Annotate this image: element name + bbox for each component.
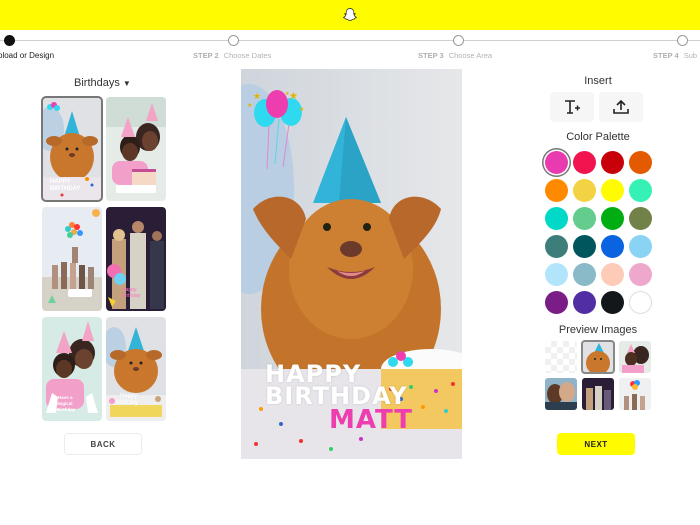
color-swatch[interactable]	[573, 151, 596, 174]
step-1-dot[interactable]	[4, 35, 15, 46]
template-thumb-dog-happy-birthday[interactable]: HAPPY BIRTHDAY	[41, 96, 103, 202]
step-1-label: pload or Design	[0, 51, 55, 60]
svg-text:Birthday: Birthday	[57, 407, 76, 412]
svg-text:★: ★	[289, 91, 298, 102]
template-thumb-friends-night[interactable]: Happy Birthday	[106, 207, 166, 311]
progress-line	[0, 40, 700, 41]
color-swatch[interactable]	[601, 207, 624, 230]
greeting-text[interactable]: HAPPY BIRTHDAY MATT	[265, 362, 414, 435]
color-swatch[interactable]	[601, 291, 624, 314]
greeting-line-name: MATT	[329, 405, 414, 435]
top-bar	[0, 0, 700, 30]
category-label: Birthdays	[74, 77, 120, 89]
template-thumb-dog-cake-banner[interactable]: Happy Birthday	[106, 317, 166, 421]
svg-text:★: ★	[247, 102, 252, 109]
color-swatch[interactable]	[545, 263, 568, 286]
color-swatch[interactable]	[629, 291, 652, 314]
color-swatch[interactable]	[545, 151, 568, 174]
color-swatch[interactable]	[629, 263, 652, 286]
color-swatch[interactable]	[629, 151, 652, 174]
caret-down-icon: ▼	[122, 79, 131, 88]
category-dropdown[interactable]: Birthdays ▼	[74, 77, 131, 89]
color-swatch[interactable]	[601, 263, 624, 286]
step-3-number: STEP 3	[418, 51, 444, 60]
preview-images-heading: Preview Images	[558, 324, 638, 336]
svg-text:Birthday: Birthday	[122, 293, 141, 299]
upload-button[interactable]	[599, 92, 643, 122]
svg-text:HAPPY: HAPPY	[50, 179, 71, 185]
color-swatch[interactable]	[545, 179, 568, 202]
color-palette-heading: Color Palette	[566, 131, 630, 143]
svg-text:Birthday: Birthday	[116, 400, 138, 406]
color-swatch[interactable]	[601, 179, 624, 202]
template-thumb-girl-cake-candles[interactable]	[106, 97, 166, 201]
svg-text:★: ★	[253, 91, 261, 101]
template-thumb-beach-balloons[interactable]	[42, 207, 102, 311]
color-swatch[interactable]	[573, 291, 596, 314]
step-4-number: STEP 4	[653, 51, 679, 60]
color-swatch[interactable]	[573, 263, 596, 286]
step-4-label: STEP 4 Sub	[653, 51, 698, 60]
add-text-button[interactable]	[550, 92, 594, 122]
color-swatch[interactable]	[601, 151, 624, 174]
step-2-number: STEP 2	[193, 51, 219, 60]
color-swatch[interactable]	[545, 235, 568, 258]
next-button[interactable]: NEXT	[557, 433, 635, 455]
color-swatch[interactable]	[573, 207, 596, 230]
greeting-line-birthday: BIRTHDAY	[265, 382, 408, 410]
svg-text:★: ★	[285, 91, 290, 97]
svg-text:★: ★	[299, 106, 304, 113]
color-swatch[interactable]	[573, 235, 596, 258]
color-swatch[interactable]	[545, 207, 568, 230]
step-3-dot[interactable]	[453, 35, 464, 46]
color-swatch[interactable]	[629, 207, 652, 230]
design-preview-canvas[interactable]: ★ ★ ★ ★ ★ HAPPY BIRTHDAY MATT	[241, 69, 462, 459]
svg-text:Have a: Have a	[58, 395, 73, 400]
step-4-dot[interactable]	[677, 35, 688, 46]
preview-image-friends-selfie[interactable]	[545, 378, 577, 410]
preview-image-transparent[interactable]	[545, 341, 577, 373]
add-text-icon	[565, 100, 580, 114]
step-3-label: STEP 3 Choose Area	[418, 51, 493, 60]
color-swatch[interactable]	[629, 235, 652, 258]
preview-image-dog[interactable]	[581, 340, 615, 374]
snapchat-ghost-icon[interactable]	[342, 7, 358, 23]
color-swatch[interactable]	[601, 235, 624, 258]
svg-text:BIRTHDAY: BIRTHDAY	[50, 186, 80, 192]
preview-image-party-night[interactable]	[582, 378, 614, 410]
color-swatch[interactable]	[545, 291, 568, 314]
step-2-dot[interactable]	[228, 35, 239, 46]
back-button[interactable]: BACK	[64, 433, 142, 455]
insert-heading: Insert	[584, 75, 612, 87]
step-2-label: STEP 2 Choose Dates	[193, 51, 272, 60]
color-swatch[interactable]	[573, 179, 596, 202]
color-swatch[interactable]	[629, 179, 652, 202]
svg-text:Magical: Magical	[56, 401, 73, 406]
upload-icon	[613, 99, 629, 114]
svg-text:Happy: Happy	[120, 393, 137, 399]
template-thumb-girl-unicorn[interactable]: Have a Magical Birthday	[42, 317, 102, 421]
preview-image-balloons-beach[interactable]	[619, 378, 651, 410]
preview-image-girl-cake[interactable]	[619, 341, 651, 373]
